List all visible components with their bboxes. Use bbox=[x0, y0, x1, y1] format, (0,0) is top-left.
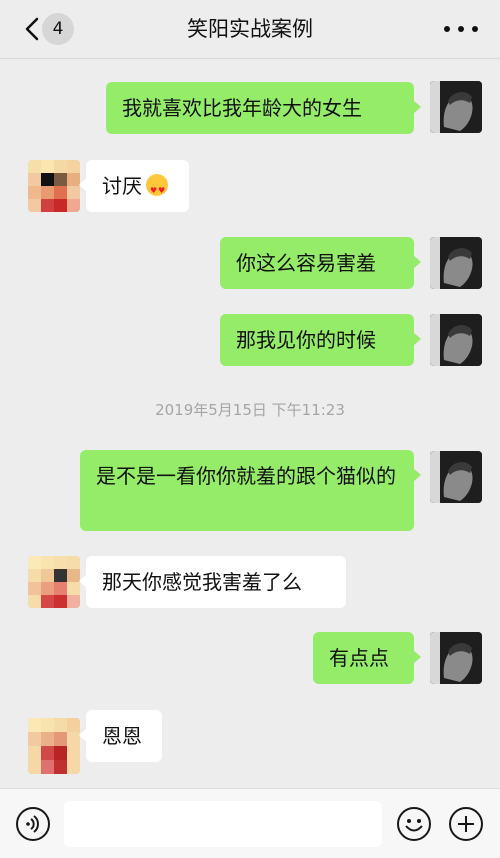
message-bubble-other[interactable]: 恩恩 bbox=[79, 710, 162, 762]
chat-title: 笑阳实战案例 bbox=[187, 17, 313, 41]
chat-header: 4 笑阳实战案例 bbox=[0, 0, 500, 59]
contact-avatar[interactable] bbox=[28, 556, 80, 608]
my-avatar[interactable] bbox=[430, 81, 482, 133]
voice-icon[interactable] bbox=[15, 806, 51, 842]
heart-eyes-emoji-icon bbox=[146, 174, 168, 204]
message-bubble-me[interactable]: 你这么容易害羞 bbox=[220, 237, 421, 289]
message-bubble-other[interactable]: 讨厌 bbox=[79, 160, 189, 212]
input-bar bbox=[0, 788, 500, 858]
plus-icon[interactable] bbox=[448, 806, 484, 842]
message-bubble-me[interactable]: 是不是一看你你就羞的跟个猫似的 bbox=[80, 450, 421, 531]
my-avatar[interactable] bbox=[430, 451, 482, 503]
contact-avatar[interactable] bbox=[28, 160, 80, 212]
my-avatar[interactable] bbox=[430, 237, 482, 289]
my-avatar[interactable] bbox=[430, 314, 482, 366]
message-bubble-me[interactable]: 有点点 bbox=[313, 632, 421, 684]
message-input[interactable] bbox=[64, 801, 382, 847]
message-bubble-me[interactable]: 我就喜欢比我年龄大的女生 bbox=[106, 82, 421, 134]
contact-avatar[interactable] bbox=[28, 718, 80, 774]
message-bubble-other[interactable]: 那天你感觉我害羞了么 bbox=[79, 556, 346, 608]
emoji-icon[interactable] bbox=[396, 806, 432, 842]
my-avatar[interactable] bbox=[430, 632, 482, 684]
message-bubble-me[interactable]: 那我见你的时候 bbox=[220, 314, 421, 366]
more-icon[interactable] bbox=[444, 14, 478, 44]
chat-timestamp: 2019年5月15日 下午11:23 bbox=[155, 401, 345, 419]
